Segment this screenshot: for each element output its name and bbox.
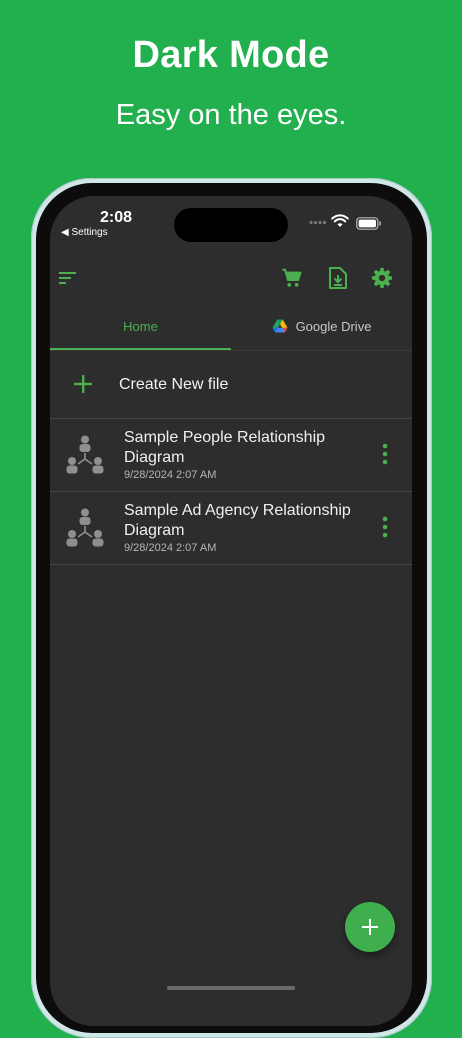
more-options-icon[interactable] <box>379 516 391 538</box>
file-list-item[interactable]: Sample Ad Agency Relationship Diagram 9/… <box>50 492 412 565</box>
wifi-icon <box>331 214 349 227</box>
tab-home[interactable]: Home <box>50 310 231 350</box>
file-import-icon[interactable] <box>328 266 348 290</box>
google-drive-icon <box>272 319 288 333</box>
back-to-settings-link[interactable]: ◀ Settings <box>61 227 108 238</box>
create-new-file-row[interactable]: Create New file <box>50 356 412 419</box>
add-fab-button[interactable] <box>345 902 395 952</box>
tab-bar: Home Google Drive <box>50 310 412 352</box>
phone-screen: 2:08 ◀ Settings Home Google Drive Create… <box>50 196 412 1026</box>
file-date: 9/28/2024 2:07 AM <box>124 469 217 481</box>
relationship-diagram-icon <box>66 508 104 547</box>
relationship-diagram-icon <box>66 435 104 474</box>
gear-icon[interactable] <box>371 267 393 289</box>
sort-menu-icon[interactable] <box>58 270 78 286</box>
tab-google-drive[interactable]: Google Drive <box>231 310 412 350</box>
file-title: Sample People Relationship Diagram <box>124 429 326 466</box>
file-title: Sample Ad Agency Relationship Diagram <box>124 502 351 539</box>
file-date: 9/28/2024 2:07 AM <box>124 542 217 554</box>
status-time: 2:08 <box>100 209 133 226</box>
tab-google-drive-label: Google Drive <box>295 319 372 334</box>
status-bar: 2:08 ◀ Settings <box>50 196 412 252</box>
promo-subheadline: Easy on the eyes. <box>115 99 347 131</box>
app-toolbar <box>50 258 412 302</box>
create-new-file-label: Create New file <box>119 376 229 393</box>
tab-home-label: Home <box>123 319 158 334</box>
plus-icon <box>74 375 92 393</box>
cellular-signal-icon <box>309 220 327 225</box>
file-list-item[interactable]: Sample People Relationship Diagram 9/28/… <box>50 419 412 492</box>
tab-divider <box>50 350 412 351</box>
dynamic-island <box>174 208 288 242</box>
more-options-icon[interactable] <box>379 443 391 465</box>
home-indicator <box>167 986 295 990</box>
shopping-cart-icon[interactable] <box>281 267 303 289</box>
battery-icon <box>356 217 381 230</box>
promo-headline: Dark Mode <box>132 34 330 76</box>
plus-icon <box>362 919 378 935</box>
